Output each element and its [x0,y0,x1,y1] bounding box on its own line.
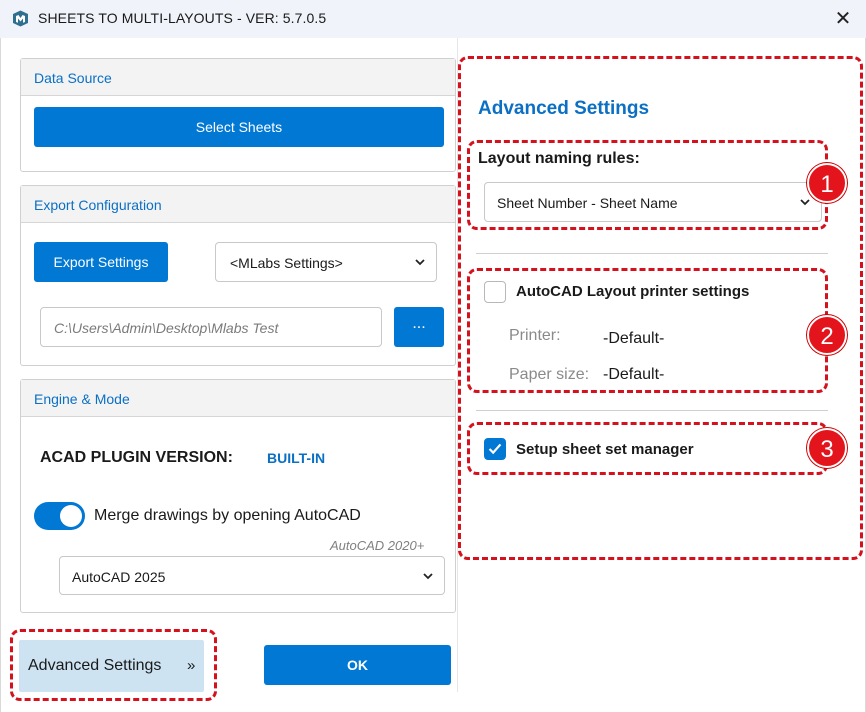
chevron-down-icon [800,199,810,206]
paper-size-value: -Default- [603,366,665,383]
plugin-version-label: ACAD PLUGIN VERSION: [40,449,233,466]
callout-badge-2: 2 [807,315,847,355]
merge-label: Merge drawings by opening AutoCAD [94,507,361,524]
toggle-knob [60,505,82,527]
export-configuration-group: Export Configuration Export Settings <ML… [20,185,456,366]
autocad-version-value: AutoCAD 2025 [72,569,166,585]
close-button[interactable]: ✕ [830,6,856,32]
settings-preset-select[interactable]: <MLabs Settings> [215,242,437,282]
export-path-value: C:\Users\Admin\Desktop\Mlabs Test [54,320,279,336]
select-sheets-button[interactable]: Select Sheets [34,107,444,147]
settings-preset-value: <MLabs Settings> [230,255,343,271]
ok-button[interactable]: OK [264,645,451,685]
window-title: SHEETS TO MULTI-LAYOUTS - VER: 5.7.0.5 [38,10,327,26]
sheet-set-label: Setup sheet set manager [516,441,694,458]
printer-label: Printer: [509,327,561,344]
data-source-group: Data Source Select Sheets [20,58,456,172]
checkmark-icon [488,443,502,455]
export-configuration-header: Export Configuration [21,186,455,223]
separator [476,410,828,411]
window-left-border [0,38,1,712]
merge-toggle[interactable] [34,502,85,530]
printer-value: -Default- [603,330,665,347]
plugin-version-value: BUILT-IN [267,450,326,466]
autocad-version-hint: AutoCAD 2020+ [330,538,425,553]
printer-settings-checkbox[interactable] [484,281,506,303]
mlabs-logo-icon [13,10,28,27]
chevron-down-icon [423,572,433,579]
engine-mode-group: Engine & Mode ACAD PLUGIN VERSION: BUILT… [20,379,456,613]
title-bar: SHEETS TO MULTI-LAYOUTS - VER: 5.7.0.5 ✕ [0,0,866,38]
layout-naming-label: Layout naming rules: [478,150,640,167]
browse-button[interactable]: ... [394,307,444,347]
export-settings-button[interactable]: Export Settings [34,242,168,282]
advanced-settings-title: Advanced Settings [478,98,650,119]
layout-naming-select[interactable]: Sheet Number - Sheet Name [484,182,822,222]
printer-settings-label: AutoCAD Layout printer settings [516,283,750,300]
data-source-header: Data Source [21,59,455,96]
layout-naming-value: Sheet Number - Sheet Name [497,195,678,211]
separator [476,253,828,254]
close-icon: ✕ [834,8,852,30]
autocad-version-select[interactable]: AutoCAD 2025 [59,556,445,595]
chevron-down-icon [415,259,425,266]
callout-badge-3: 3 [807,428,847,468]
advanced-button-highlight [10,629,217,701]
callout-badge-1: 1 [807,163,847,203]
sheet-set-checkbox[interactable] [484,438,506,460]
paper-size-label: Paper size: [509,366,590,383]
engine-mode-header: Engine & Mode [21,380,455,417]
export-path-input[interactable]: C:\Users\Admin\Desktop\Mlabs Test [40,307,382,347]
